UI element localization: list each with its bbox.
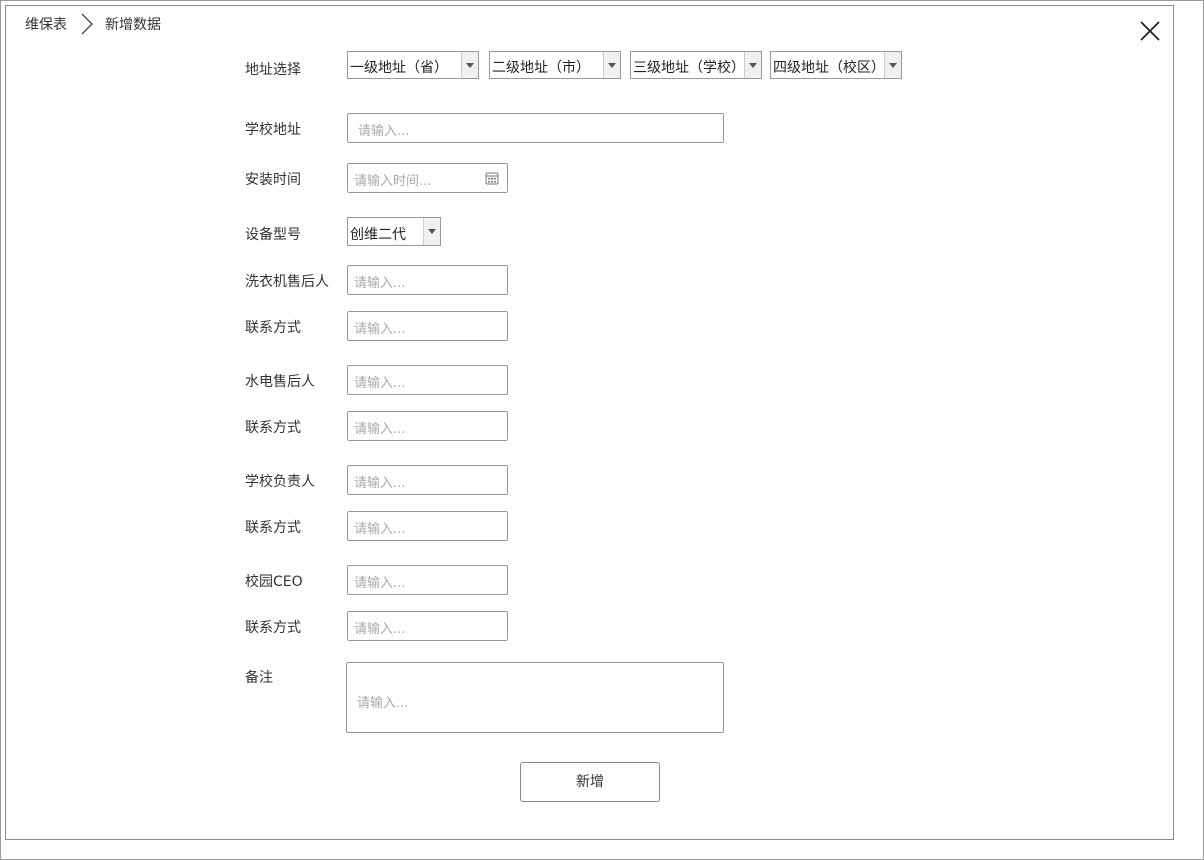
manager-contact-label: 联系方式 (245, 520, 301, 536)
chevron-down-icon (744, 52, 761, 78)
school-select-value: 三级地址（学校） (633, 60, 745, 76)
school-address-input[interactable]: 请输入... (347, 113, 724, 143)
school-manager-label: 学校负责人 (245, 474, 315, 490)
school-select[interactable]: 三级地址（学校） (630, 51, 762, 79)
school-address-label: 学校地址 (245, 122, 301, 138)
remarks-textarea[interactable]: 请输入... (346, 662, 724, 733)
breadcrumb-current: 新增数据 (105, 17, 161, 33)
address-label: 地址选择 (245, 62, 301, 78)
calendar-icon[interactable] (485, 171, 499, 185)
utility-contact-input[interactable]: 请输入... (347, 411, 508, 441)
city-select-value: 二级地址（市） (492, 60, 590, 76)
school-manager-input[interactable]: 请输入... (347, 465, 508, 495)
campus-ceo-placeholder: 请输入... (354, 576, 406, 591)
utility-aftersale-placeholder: 请输入... (354, 376, 406, 391)
utility-aftersale-input[interactable]: 请输入... (347, 365, 508, 395)
province-select-value: 一级地址（省） (350, 60, 448, 76)
utility-aftersale-label: 水电售后人 (245, 374, 315, 390)
device-model-select[interactable]: 创维二代 (347, 217, 441, 246)
install-time-placeholder: 请输入时间... (354, 174, 432, 189)
campus-select[interactable]: 四级地址（校区） (770, 51, 902, 79)
close-icon[interactable] (1139, 20, 1161, 42)
utility-contact-placeholder: 请输入... (354, 422, 406, 437)
utility-contact-label: 联系方式 (245, 420, 301, 436)
chevron-down-icon (423, 218, 440, 245)
chevron-right-icon (81, 13, 93, 35)
washer-aftersale-label: 洗衣机售后人 (245, 274, 329, 290)
manager-contact-input[interactable]: 请输入... (347, 511, 508, 541)
campus-select-value: 四级地址（校区） (773, 60, 885, 76)
remarks-label: 备注 (245, 670, 273, 686)
breadcrumb-parent[interactable]: 维保表 (25, 14, 67, 34)
washer-aftersale-input[interactable]: 请输入... (347, 265, 508, 295)
device-model-label: 设备型号 (245, 227, 301, 243)
washer-aftersale-placeholder: 请输入... (354, 276, 406, 291)
school-address-placeholder: 请输入... (358, 124, 410, 139)
campus-ceo-input[interactable]: 请输入... (347, 565, 508, 595)
province-select[interactable]: 一级地址（省） (347, 51, 479, 79)
campus-ceo-label: 校园CEO (245, 574, 303, 590)
chevron-down-icon (603, 52, 620, 78)
ceo-contact-placeholder: 请输入... (354, 622, 406, 637)
install-time-label: 安装时间 (245, 172, 301, 188)
school-manager-placeholder: 请输入... (354, 476, 406, 491)
chevron-down-icon (884, 52, 901, 78)
ceo-contact-label: 联系方式 (245, 620, 301, 636)
ceo-contact-input[interactable]: 请输入... (347, 611, 508, 641)
chevron-down-icon (461, 52, 478, 78)
washer-contact-label: 联系方式 (245, 320, 301, 336)
city-select[interactable]: 二级地址（市） (489, 51, 621, 79)
remarks-placeholder: 请输入... (357, 696, 409, 711)
install-time-input[interactable]: 请输入时间... (347, 163, 508, 193)
washer-contact-input[interactable]: 请输入... (347, 311, 508, 341)
washer-contact-placeholder: 请输入... (354, 322, 406, 337)
manager-contact-placeholder: 请输入... (354, 522, 406, 537)
add-button[interactable]: 新增 (520, 762, 660, 802)
device-model-value: 创维二代 (350, 227, 406, 243)
